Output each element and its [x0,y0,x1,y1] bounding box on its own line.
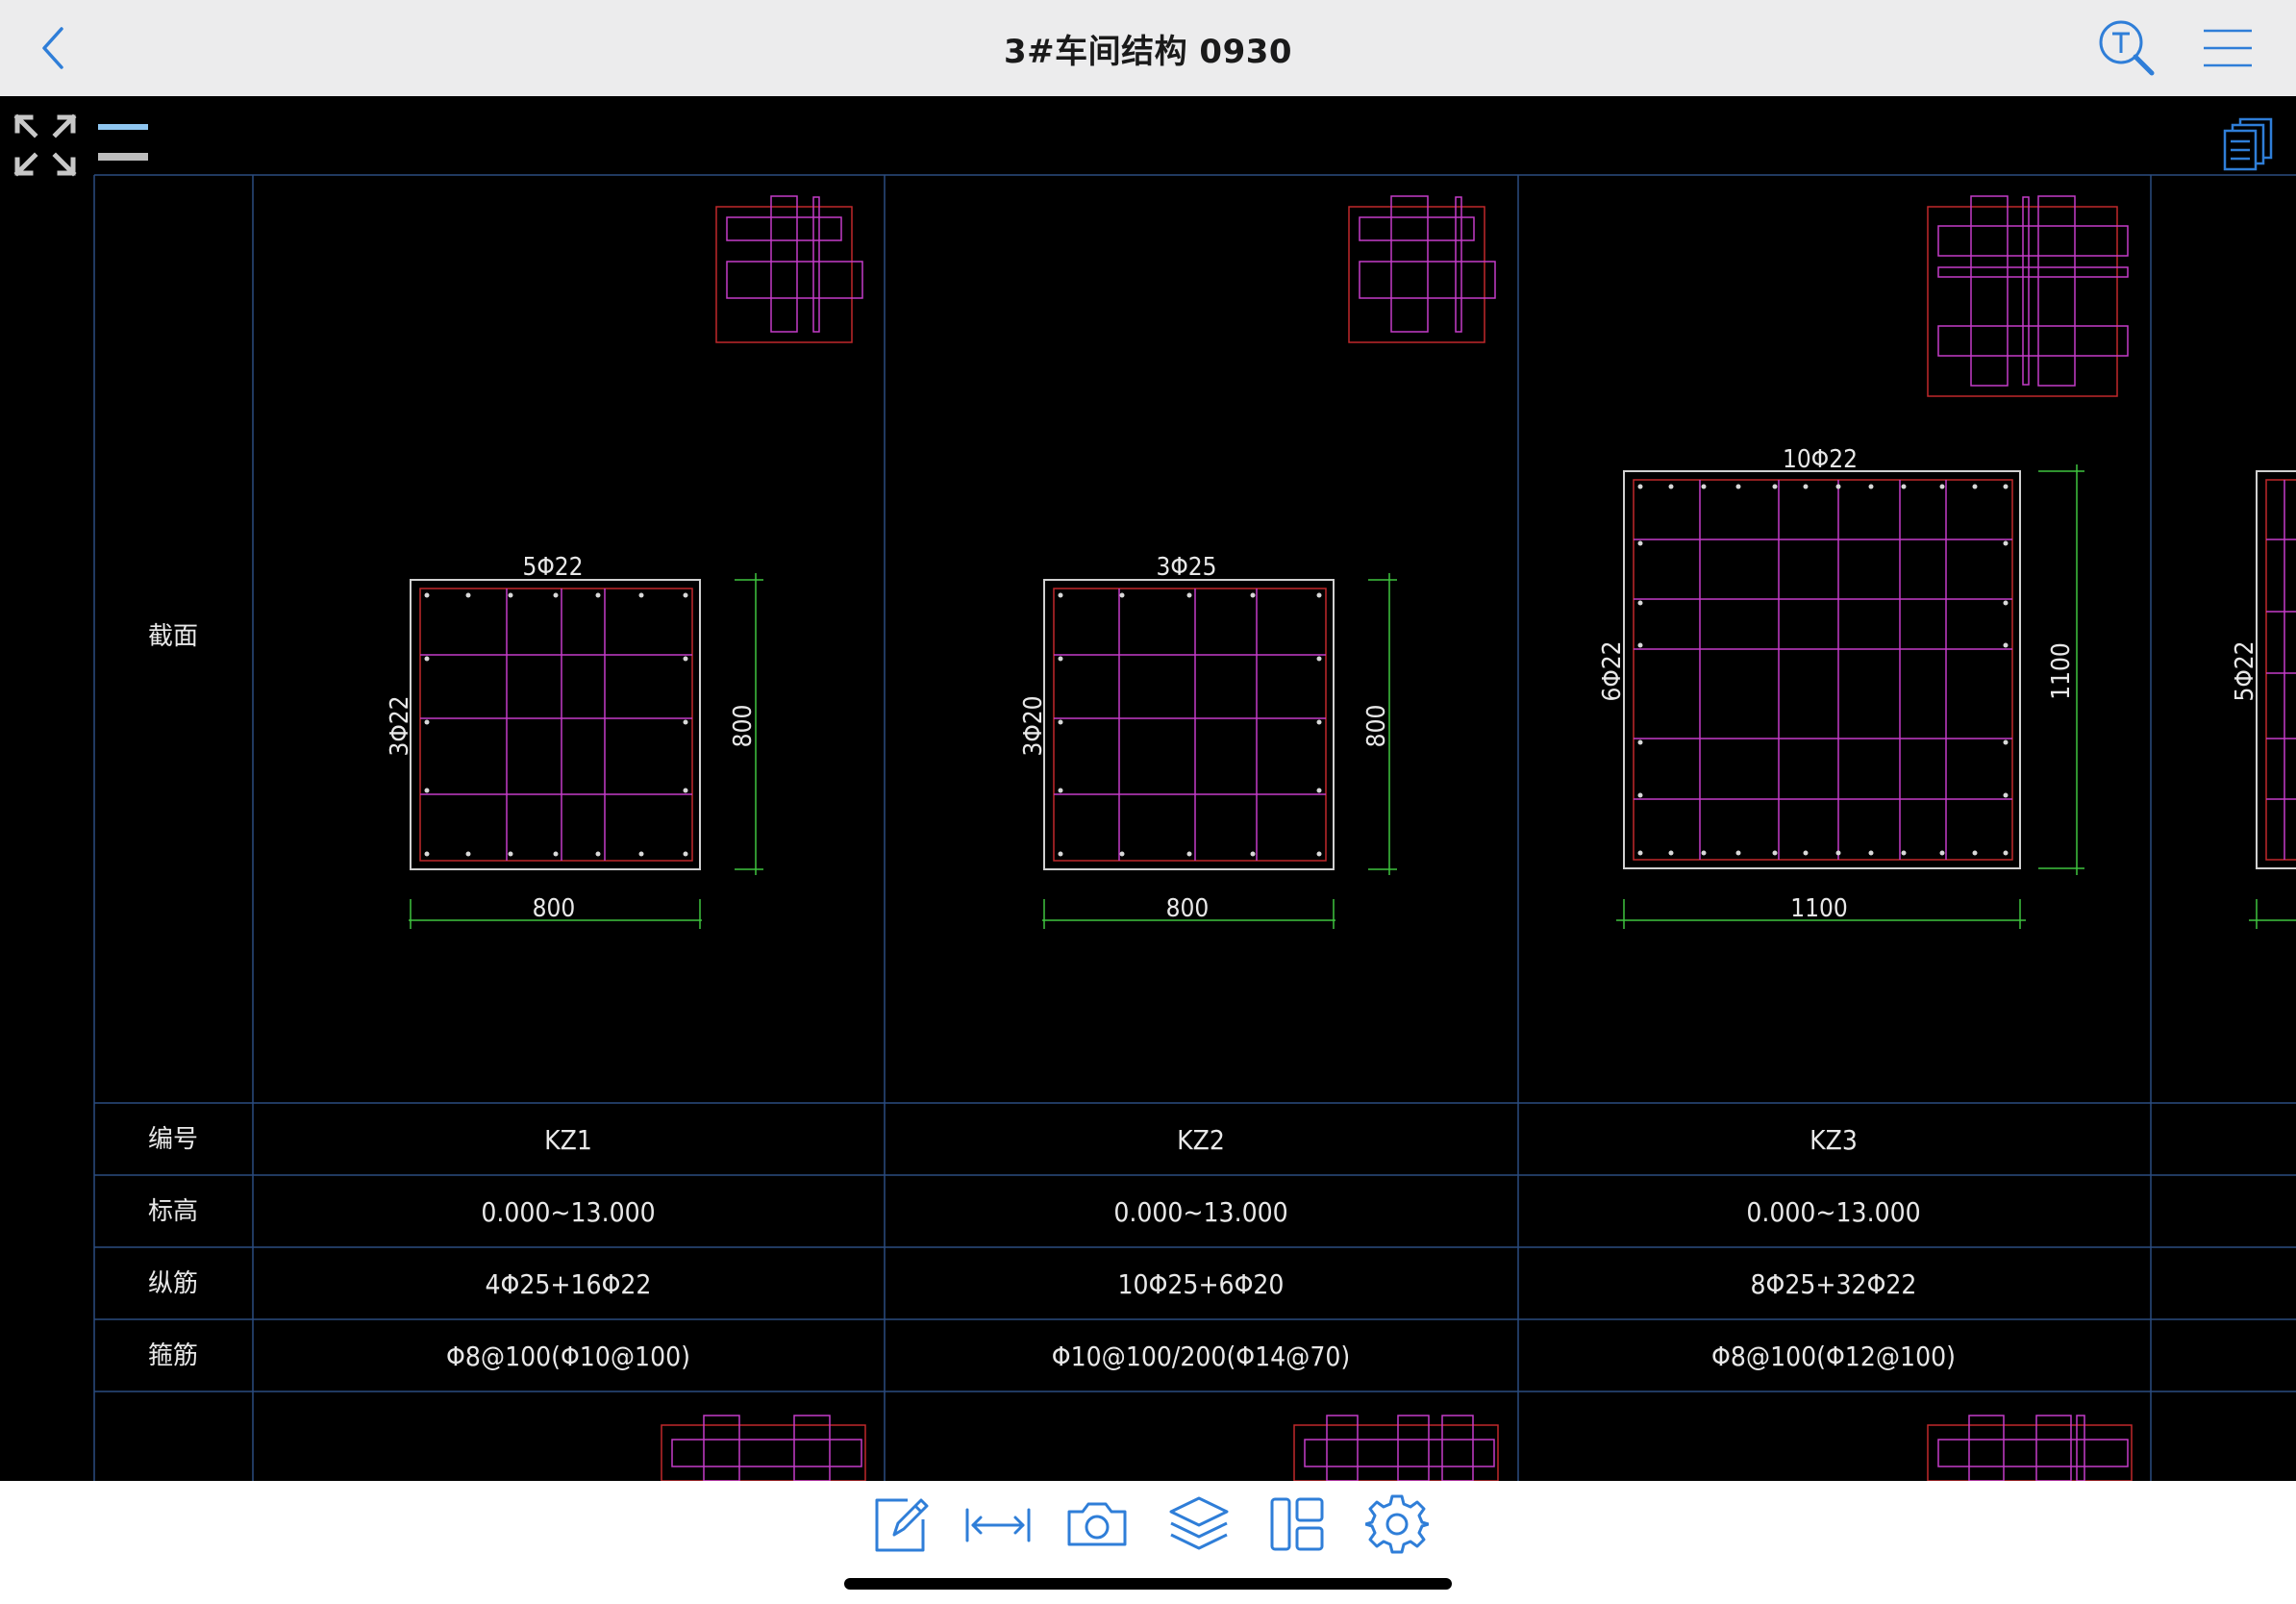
width-dim-kz2: 800 [1166,894,1210,923]
layers-button[interactable] [1167,1494,1231,1554]
measure-button[interactable] [963,1500,1033,1550]
rebar-dots-kz2 [1058,592,1322,857]
top-navigation-bar: 3#车间结构 0930 [0,0,2296,97]
stacked-pages-icon [2223,117,2273,171]
layer-toggle-button[interactable] [98,124,148,161]
longitudinal-kz2: 10Φ25+6Φ20 [1118,1268,1285,1300]
cad-drawing: 截面 编号 标高 纵筋 箍筋 5Φ22 3Φ22 800 800 KZ1 0.0… [13,113,2296,1481]
dimension-lines-kz1 [409,573,763,929]
camera-icon [1067,1502,1127,1546]
next-row-detail-kz2 [1293,1415,1499,1481]
elevation-kz1: 0.000~13.000 [481,1196,655,1228]
top-bars-label-kz3: 10Φ22 [1783,445,1858,474]
stirrup-detail-kz2 [1348,195,1496,343]
section-outline-kz3 [1623,470,2021,869]
longitudinal-kz3: 8Φ25+32Φ22 [1751,1268,1917,1300]
section-outline-kz1 [410,579,701,870]
side-bars-label-kz1: 3Φ22 [386,695,414,756]
text-search-icon [2099,20,2155,76]
next-row-detail-kz1 [661,1415,866,1481]
layers-icon [1169,1496,1229,1550]
menu-button[interactable] [2202,27,2254,69]
top-bars-label-kz1: 5Φ22 [522,553,583,582]
dimension-arrows-icon [965,1508,1031,1542]
rebar-dots-kz1 [424,592,688,857]
home-indicator[interactable] [844,1578,1452,1590]
section-outline-kz2 [1043,579,1335,870]
height-dim-kz3: 1100 [2047,642,2076,700]
pencil-note-icon [875,1498,929,1552]
side-bars-label-partial: 5Φ22 [2231,640,2259,701]
layout-panels-icon [1270,1497,1324,1551]
width-dim-kz3: 1100 [1790,894,1848,923]
settings-button[interactable] [1365,1492,1429,1556]
fullscreen-button[interactable] [13,113,77,177]
row-header-id: 编号 [148,1125,198,1154]
column-section-kz1: 5Φ22 3Φ22 800 800 [386,195,863,929]
hamburger-menu-icon [2204,29,2252,67]
row-header-elevation: 标高 [148,1197,198,1226]
next-row-detail-kz3 [1927,1415,2133,1481]
elevation-kz3: 0.000~13.000 [1746,1196,1920,1228]
sheets-button[interactable] [2223,117,2273,171]
height-dim-kz1: 800 [729,705,758,748]
stirrups-kz1 [420,589,692,861]
row-header-section: 截面 [148,622,198,651]
gear-icon [1365,1494,1429,1554]
stirrup-kz3: Φ8@100(Φ12@100) [1711,1341,1956,1372]
top-bars-label-kz2: 3Φ25 [1156,553,1216,582]
stirrups-kz3 [1634,480,2012,860]
stirrup-kz1: Φ8@100(Φ10@100) [446,1341,690,1372]
column-section-partial: 5Φ22 [2231,470,2296,929]
page-title: 3#车间结构 0930 [1003,33,1293,71]
stirrup-kz2: Φ10@100/200(Φ14@70) [1052,1341,1350,1372]
expand-arrows-icon [13,113,77,177]
stirrups-kz2 [1054,589,1326,861]
screenshot-button[interactable] [1065,1496,1129,1550]
elevation-kz2: 0.000~13.000 [1113,1196,1287,1228]
longitudinal-kz1: 4Φ25+16Φ22 [486,1268,652,1300]
layout-button[interactable] [1267,1494,1327,1554]
column-id-kz1: KZ1 [544,1124,592,1156]
dimension-lines-kz2 [1042,573,1397,929]
height-dim-kz2: 800 [1362,705,1391,748]
drawing-canvas[interactable]: 截面 编号 标高 纵筋 箍筋 5Φ22 3Φ22 800 800 KZ1 0.0… [0,96,2296,1481]
column-id-kz3: KZ3 [1809,1124,1858,1156]
column-section-kz3: 10Φ22 6Φ22 1100 1100 [1598,195,2129,929]
row-header-longitudinal: 纵筋 [148,1269,198,1298]
stirrup-detail-kz3 [1927,195,2129,397]
annotate-button[interactable] [869,1494,931,1556]
side-bars-label-kz3: 6Φ22 [1598,640,1627,701]
column-section-kz2: 3Φ25 3Φ20 800 800 [1019,195,1496,929]
width-dim-kz1: 800 [533,894,576,923]
two-lines-icon [98,124,148,161]
row-header-stirrup: 箍筋 [148,1341,198,1370]
text-search-button[interactable] [2096,17,2158,79]
side-bars-label-kz2: 3Φ20 [1019,695,1048,756]
stirrup-detail-kz1 [715,195,863,343]
column-id-kz2: KZ2 [1177,1124,1225,1156]
